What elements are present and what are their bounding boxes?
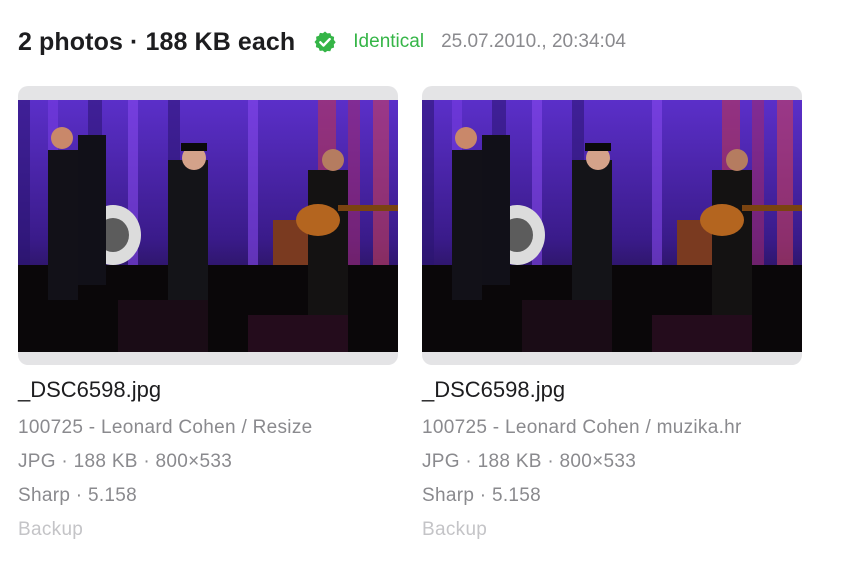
group-header: 2 photos · 188 KB each Identical 25.07.2…: [18, 24, 626, 60]
concert-photo: [18, 100, 398, 352]
sharpness-score: Sharp · 5.158: [422, 485, 542, 506]
folder-path: 100725 - Leonard Cohen / Resize: [18, 417, 313, 438]
status-label: Identical: [353, 31, 425, 52]
filename: _DSC6598.jpg: [422, 377, 566, 402]
group-title: 2 photos · 188 KB each: [18, 27, 296, 56]
backup-tag: Backup: [18, 519, 84, 540]
date-label: 25.07.2010., 20:34:04: [441, 31, 626, 52]
photo-card[interactable]: _DSC6598.jpg 100725 - Leonard Cohen / mu…: [422, 86, 802, 547]
check-seal-icon: [313, 30, 337, 54]
concert-photo: [422, 100, 802, 352]
filename: _DSC6598.jpg: [18, 377, 162, 402]
sharpness-score: Sharp · 5.158: [18, 485, 138, 506]
photo-card[interactable]: _DSC6598.jpg 100725 - Leonard Cohen / Re…: [18, 86, 398, 547]
file-info: JPG · 188 KB · 800×533: [18, 451, 233, 472]
file-info: JPG · 188 KB · 800×533: [422, 451, 637, 472]
photo-thumbnail[interactable]: [422, 86, 802, 365]
folder-path: 100725 - Leonard Cohen / muzika.hr: [422, 417, 742, 438]
backup-tag: Backup: [422, 519, 488, 540]
photo-thumbnail[interactable]: [18, 86, 398, 365]
